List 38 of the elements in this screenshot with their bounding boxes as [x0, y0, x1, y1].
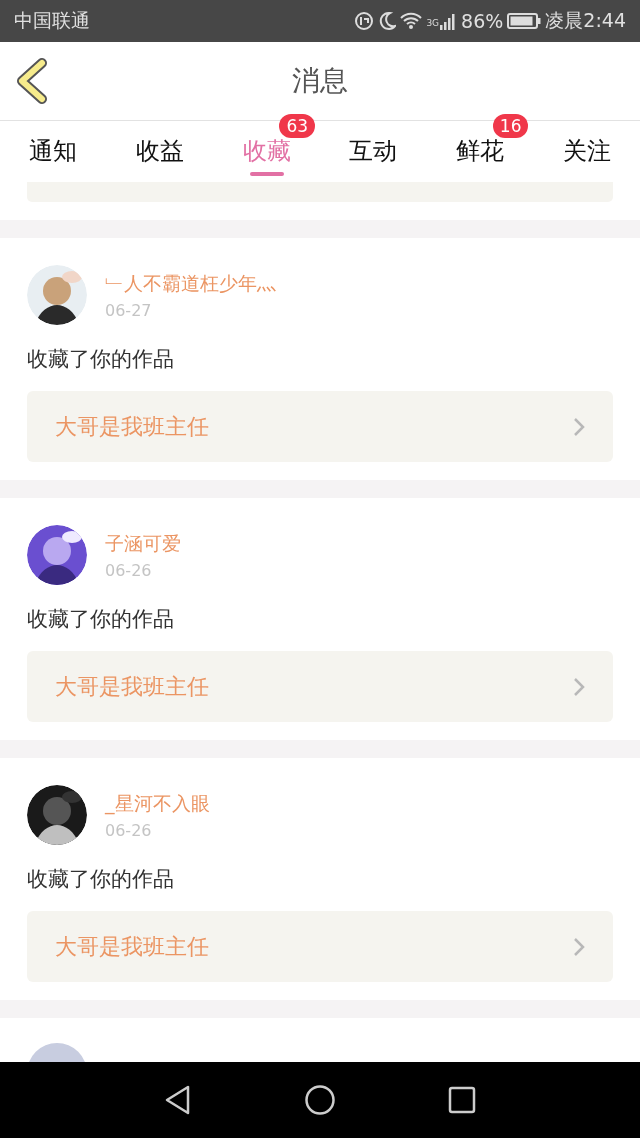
clock-time: 凌晨2:44: [545, 8, 626, 33]
wifi-icon: [400, 12, 423, 30]
tab[interactable]: 关注: [562, 135, 611, 167]
tab-underline: [249, 172, 284, 176]
message-date: 06-27: [105, 300, 153, 320]
user-name[interactable]: ﹂人不霸道枉少年灬: [105, 270, 276, 297]
home-icon[interactable]: [304, 1084, 336, 1116]
signal-icon: [439, 12, 458, 30]
back-icon[interactable]: [15, 58, 49, 104]
message-date: 06-26: [105, 820, 153, 840]
message-date: 06-26: [105, 560, 153, 580]
recent-apps-icon[interactable]: [448, 1086, 476, 1114]
count-badge: 63: [279, 114, 316, 138]
tab[interactable]: 互动: [349, 135, 398, 167]
user-name[interactable]: 子涵可爱: [105, 530, 181, 557]
work-link[interactable]: 大哥是我班主任: [27, 911, 613, 982]
work-link[interactable]: 大哥是我班主任: [27, 651, 613, 722]
battery-percent: 86%: [461, 10, 504, 32]
tab[interactable]: 鲜花: [456, 135, 504, 167]
network-type: 3G: [426, 18, 440, 28]
chevron-icon: [573, 416, 585, 437]
work-link[interactable]: 大哥是我班主任: [27, 391, 613, 462]
user-name[interactable]: _星河不入眼: [105, 790, 210, 817]
action-text: 收藏了你的作品: [27, 606, 175, 633]
action-text: 收藏了你的作品: [27, 866, 175, 893]
moon-icon: [378, 11, 397, 31]
tab[interactable]: 通知: [29, 135, 78, 167]
data-saver-icon: [354, 11, 375, 31]
tab[interactable]: 收益: [136, 135, 184, 167]
action-text: 收藏了你的作品: [27, 346, 175, 373]
page-title: 消息: [292, 63, 348, 99]
count-badge: 16: [492, 114, 529, 138]
back-icon[interactable]: [164, 1084, 192, 1116]
chevron-icon: [573, 676, 585, 697]
tab[interactable]: 收藏: [242, 135, 291, 167]
chevron-icon: [573, 936, 585, 957]
battery-icon: [507, 12, 542, 30]
carrier-name: 中国联通: [14, 8, 90, 33]
